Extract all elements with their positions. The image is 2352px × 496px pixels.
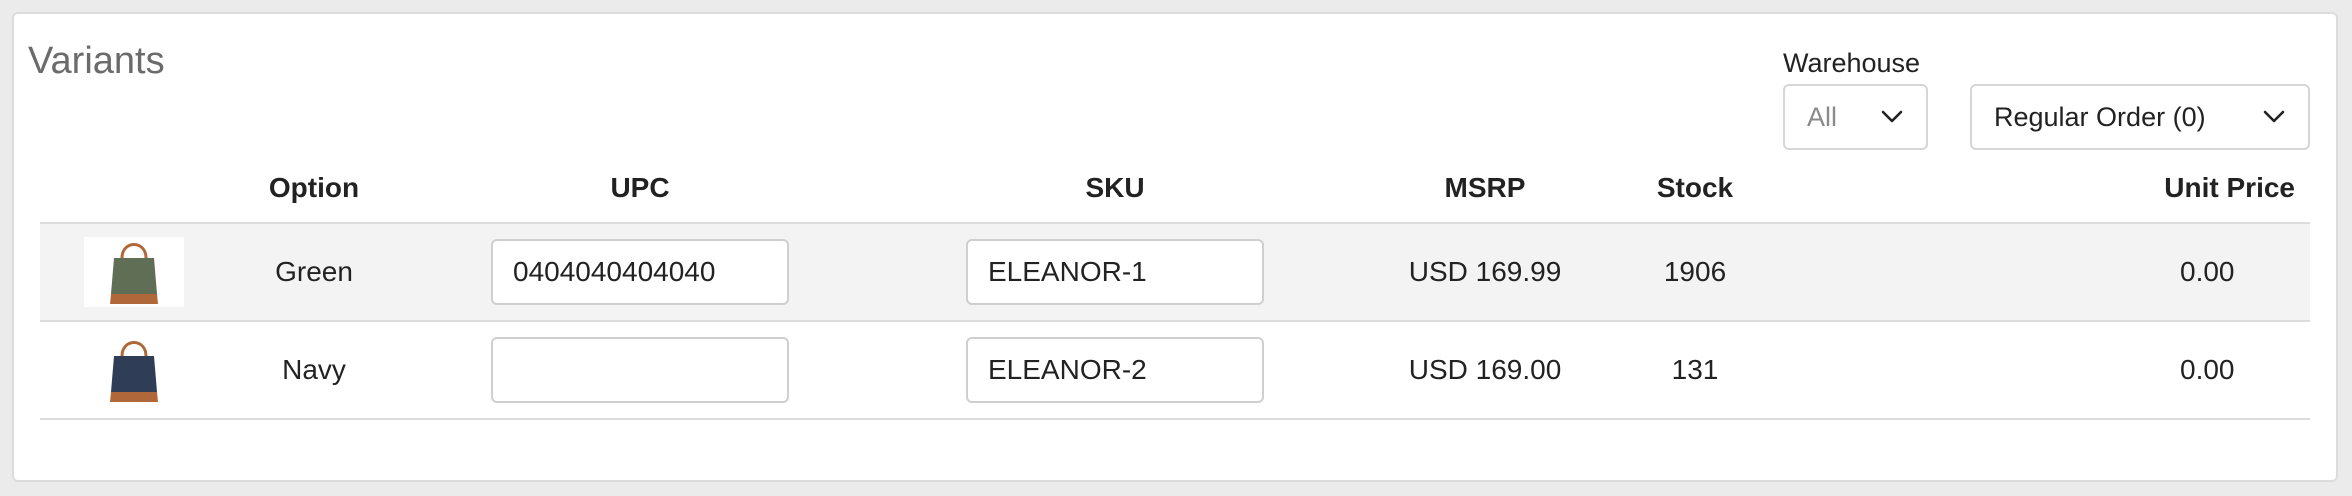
msrp-value: USD 169.99: [1408, 256, 1562, 287]
unit-price-value: 0.00: [2180, 354, 2235, 385]
upc-input[interactable]: [491, 337, 789, 403]
column-header-unit-price: Unit Price: [2164, 172, 2295, 203]
warehouse-select[interactable]: All: [1783, 84, 1928, 150]
order-type-select-value: Regular Order (0): [1994, 101, 2206, 132]
column-header-stock: Stock: [1656, 172, 1734, 203]
column-header-option: Option: [268, 172, 360, 203]
section-title: Variants: [28, 40, 165, 82]
column-header-upc: UPC: [610, 172, 670, 203]
sku-input[interactable]: [966, 337, 1264, 403]
sku-input[interactable]: [966, 239, 1264, 305]
upc-input[interactable]: [491, 239, 789, 305]
navy-tote-bag-icon: [110, 341, 158, 402]
chevron-down-icon: [1880, 105, 1904, 129]
order-type-select[interactable]: Regular Order (0): [1970, 84, 2310, 150]
warehouse-label: Warehouse: [1783, 48, 1921, 78]
unit-price-value: 0.00: [2180, 256, 2235, 287]
column-header-msrp: MSRP: [1444, 172, 1526, 203]
green-tote-bag-icon: [110, 243, 158, 304]
stock-value: 131: [1671, 354, 1719, 385]
table-row: Navy USD 169.00 131 0.00: [40, 322, 2310, 420]
warehouse-select-value: All: [1807, 101, 1838, 132]
product-thumbnail: [84, 237, 184, 307]
table-row: Green USD 169.99 1906 0.00: [40, 222, 2310, 322]
stock-value: 1906: [1663, 256, 1727, 287]
product-thumbnail: [84, 335, 184, 405]
chevron-down-icon: [2262, 105, 2286, 129]
option-value: Green: [275, 256, 353, 287]
option-value: Navy: [282, 354, 346, 385]
column-header-sku: SKU: [1085, 172, 1145, 203]
msrp-value: USD 169.00: [1408, 354, 1562, 385]
